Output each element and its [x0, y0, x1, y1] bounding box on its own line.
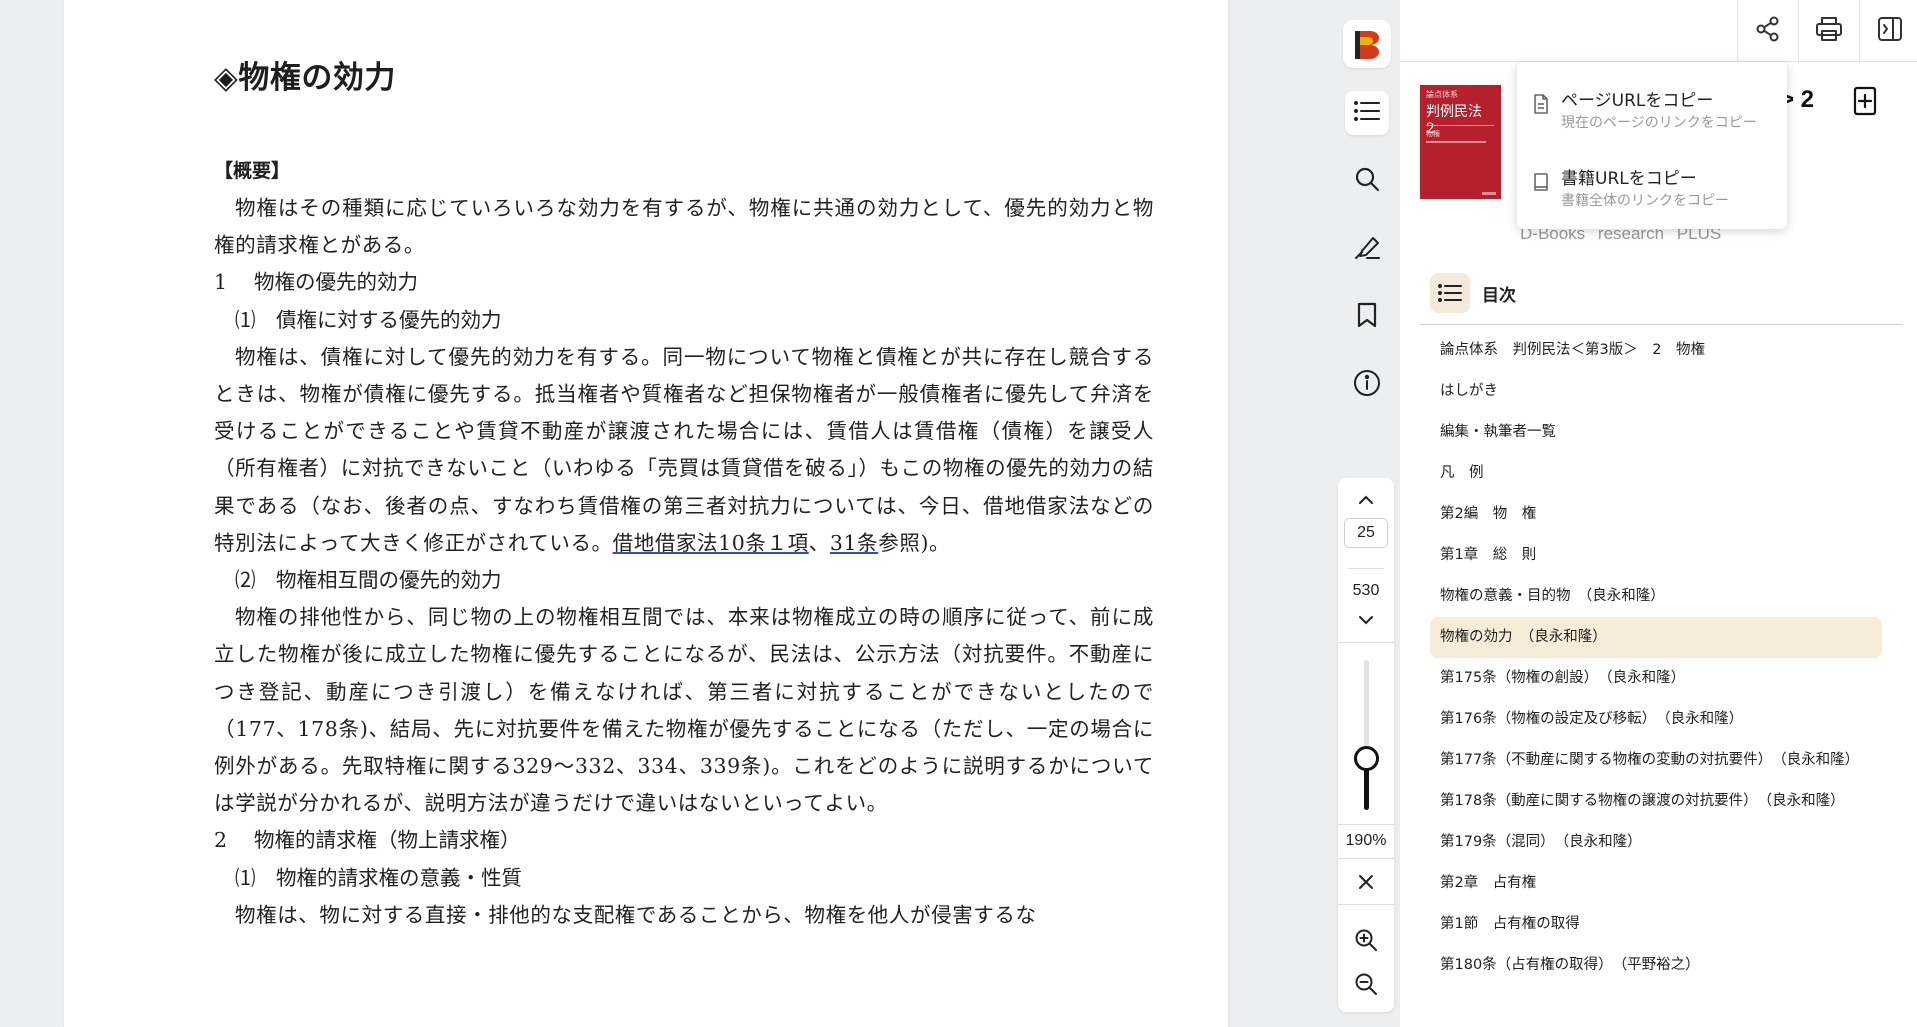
search-button[interactable] — [1345, 159, 1389, 203]
divider — [1338, 824, 1394, 825]
reader-toolbar: 530 190% — [1332, 0, 1400, 1027]
book-icon — [1533, 172, 1549, 196]
page-icon — [1533, 94, 1549, 118]
zoom-slider-fill — [1364, 768, 1369, 810]
cover-mark — [1482, 192, 1496, 195]
zoom-out-icon[interactable] — [1352, 970, 1380, 998]
toc-item[interactable]: 論点体系 判例民法＜第3版＞ 2 物権 — [1430, 330, 1882, 371]
bookmark-button[interactable] — [1345, 295, 1389, 339]
toc-item[interactable]: 物権の意義・目的物 （良永和隆） — [1430, 576, 1882, 617]
highlight-button[interactable] — [1345, 227, 1389, 271]
share-button[interactable] — [1737, 0, 1798, 61]
toc-item[interactable]: 第1節 占有権の取得 — [1430, 904, 1882, 945]
toggle-panel-button[interactable] — [1859, 0, 1917, 61]
toc-item[interactable]: 第176条（物権の設定及び移転） （良永和隆） — [1430, 699, 1882, 740]
zoom-level: 190% — [1345, 832, 1387, 849]
toc-item[interactable]: 第180条（占有権の取得） （平野裕之） — [1430, 945, 1882, 986]
page-navigation-panel: 530 190% — [1338, 478, 1394, 1012]
toc-item[interactable]: 第179条（混同） （良永和隆） — [1430, 822, 1882, 863]
page-title: ◈物権の効力 — [214, 60, 396, 96]
toc-list: 論点体系 判例民法＜第3版＞ 2 物権 はしがき 編集・執筆者一覧 凡 例 第2… — [1430, 330, 1882, 986]
zoom-slider-handle[interactable] — [1354, 746, 1379, 771]
info-button[interactable] — [1345, 363, 1389, 407]
menu-item-subtitle: 書籍全体のリンクをコピー — [1561, 193, 1729, 209]
toc-item[interactable]: 第1章 総 則 — [1430, 535, 1882, 576]
close-icon[interactable] — [1354, 870, 1378, 894]
law-link-1[interactable]: 借地借家法10条１項 — [613, 531, 809, 555]
chevron-up-icon[interactable] — [1354, 488, 1378, 512]
section-overview: 【概要】 — [214, 160, 291, 182]
page-number-input[interactable] — [1344, 518, 1388, 548]
paragraph-3: 物権の排他性から、同じ物の上の物権相互間では、本来は物権成立の時の順序に従って、… — [214, 605, 1154, 816]
zoom-in-icon[interactable] — [1352, 926, 1380, 954]
toc-item[interactable]: 編集・執筆者一覧 — [1430, 412, 1882, 453]
cover-rule — [1426, 125, 1494, 126]
copy-page-url-button[interactable]: ページURLをコピー 現在のページのリンクをコピー — [1517, 68, 1787, 138]
highlight-icon — [1353, 234, 1381, 264]
toc-item[interactable]: はしがき — [1430, 371, 1882, 412]
cover-sub: 物権 — [1426, 130, 1440, 138]
paragraph-2-sep: 、 — [808, 530, 830, 555]
paragraph-1: 物権はその種類に応じていろいろな効力を有するが、物権に共通の効力として、優先的効… — [214, 196, 1154, 258]
toc-header: 目次 — [1430, 273, 1516, 313]
toc-item[interactable]: 第175条（物権の創設） （良永和隆） — [1430, 658, 1882, 699]
heading-1: 1 物権の優先的効力 — [214, 270, 419, 295]
info-icon — [1353, 369, 1381, 401]
toc-button[interactable] — [1345, 91, 1389, 135]
menu-item-title: 書籍URLをコピー — [1561, 169, 1697, 189]
toc-item[interactable]: 第177条（不動産に関する物権の変動の対抗要件） （良永和隆） — [1430, 740, 1882, 781]
bookmark-icon — [1357, 302, 1377, 332]
cover-rule — [1426, 141, 1486, 143]
book-cover: 論点体系 判例民法 2 物権 — [1420, 85, 1501, 199]
print-button[interactable] — [1798, 0, 1859, 61]
paragraph-2-text: 物権は、債権に対して優先的効力を有する。同一物について物権と債権とが共に存在し競… — [214, 344, 1154, 555]
sidebar-top-bar — [1400, 0, 1917, 62]
zoom-slider[interactable] — [1364, 660, 1369, 810]
toc-item-active[interactable]: 物権の効力 （良永和隆） — [1430, 617, 1882, 658]
toc-item[interactable]: 第178条（動産に関する物権の譲渡の対抗要件） （良永和隆） — [1430, 781, 1882, 822]
paragraph-2-end: 参照)。 — [878, 530, 951, 555]
page-content: ◈物権の効力 【概要】 物権はその種類に応じていろいろな効力を有するが、物権に共… — [214, 52, 1154, 934]
toc-icon — [1430, 273, 1470, 313]
toc-item[interactable]: 第2章 占有権 — [1430, 863, 1882, 904]
panel-icon — [1876, 15, 1904, 47]
divider — [1338, 858, 1394, 859]
heading-2-1: ⑴ 物権的請求権の意義・性質 — [235, 865, 522, 890]
menu-item-title: ページURLをコピー — [1561, 91, 1714, 111]
toc-icon — [1354, 100, 1380, 126]
share-icon — [1754, 15, 1782, 47]
print-icon — [1814, 15, 1844, 47]
divider — [1338, 904, 1394, 905]
divider — [1348, 568, 1384, 569]
divider — [1338, 642, 1394, 643]
total-pages: 530 — [1352, 582, 1380, 599]
divider — [1420, 324, 1903, 325]
heading-1-1: ⑴ 債権に対する優先的効力 — [235, 307, 502, 332]
cover-series: 論点体系 — [1426, 90, 1458, 99]
logo-icon[interactable] — [1343, 20, 1391, 68]
paragraph-2: 物権は、債権に対して優先的効力を有する。同一物について物権と債権とが共に存在し競… — [214, 339, 1154, 562]
document-page: ◈物権の効力 【概要】 物権はその種類に応じていろいろな効力を有するが、物権に共… — [64, 0, 1228, 1027]
paragraph-4: 物権は、物に対する直接・排他的な支配権であることから、物権を他人が侵害するな — [235, 902, 1037, 927]
toc-item[interactable]: 第2編 物 権 — [1430, 494, 1882, 535]
add-icon[interactable] — [1852, 86, 1878, 120]
heading-2: 2 物権的請求権（物上請求権） — [214, 828, 521, 853]
heading-1-2: ⑵ 物権相互間の優先的効力 — [235, 568, 502, 593]
toc-item[interactable]: 凡 例 — [1430, 453, 1882, 494]
search-icon — [1354, 166, 1380, 196]
toc-title: 目次 — [1482, 285, 1516, 306]
chevron-down-icon[interactable] — [1354, 608, 1378, 632]
share-dropdown: ページURLをコピー 現在のページのリンクをコピー 書籍URLをコピー 書籍全体… — [1517, 62, 1787, 229]
document-viewer[interactable]: ◈物権の効力 【概要】 物権はその種類に応じていろいろな効力を有するが、物権に共… — [0, 0, 1332, 1027]
copy-book-url-button[interactable]: 書籍URLをコピー 書籍全体のリンクをコピー — [1517, 146, 1787, 216]
menu-item-subtitle: 現在のページのリンクをコピー — [1561, 115, 1757, 131]
law-link-2[interactable]: 31条 — [830, 531, 878, 555]
